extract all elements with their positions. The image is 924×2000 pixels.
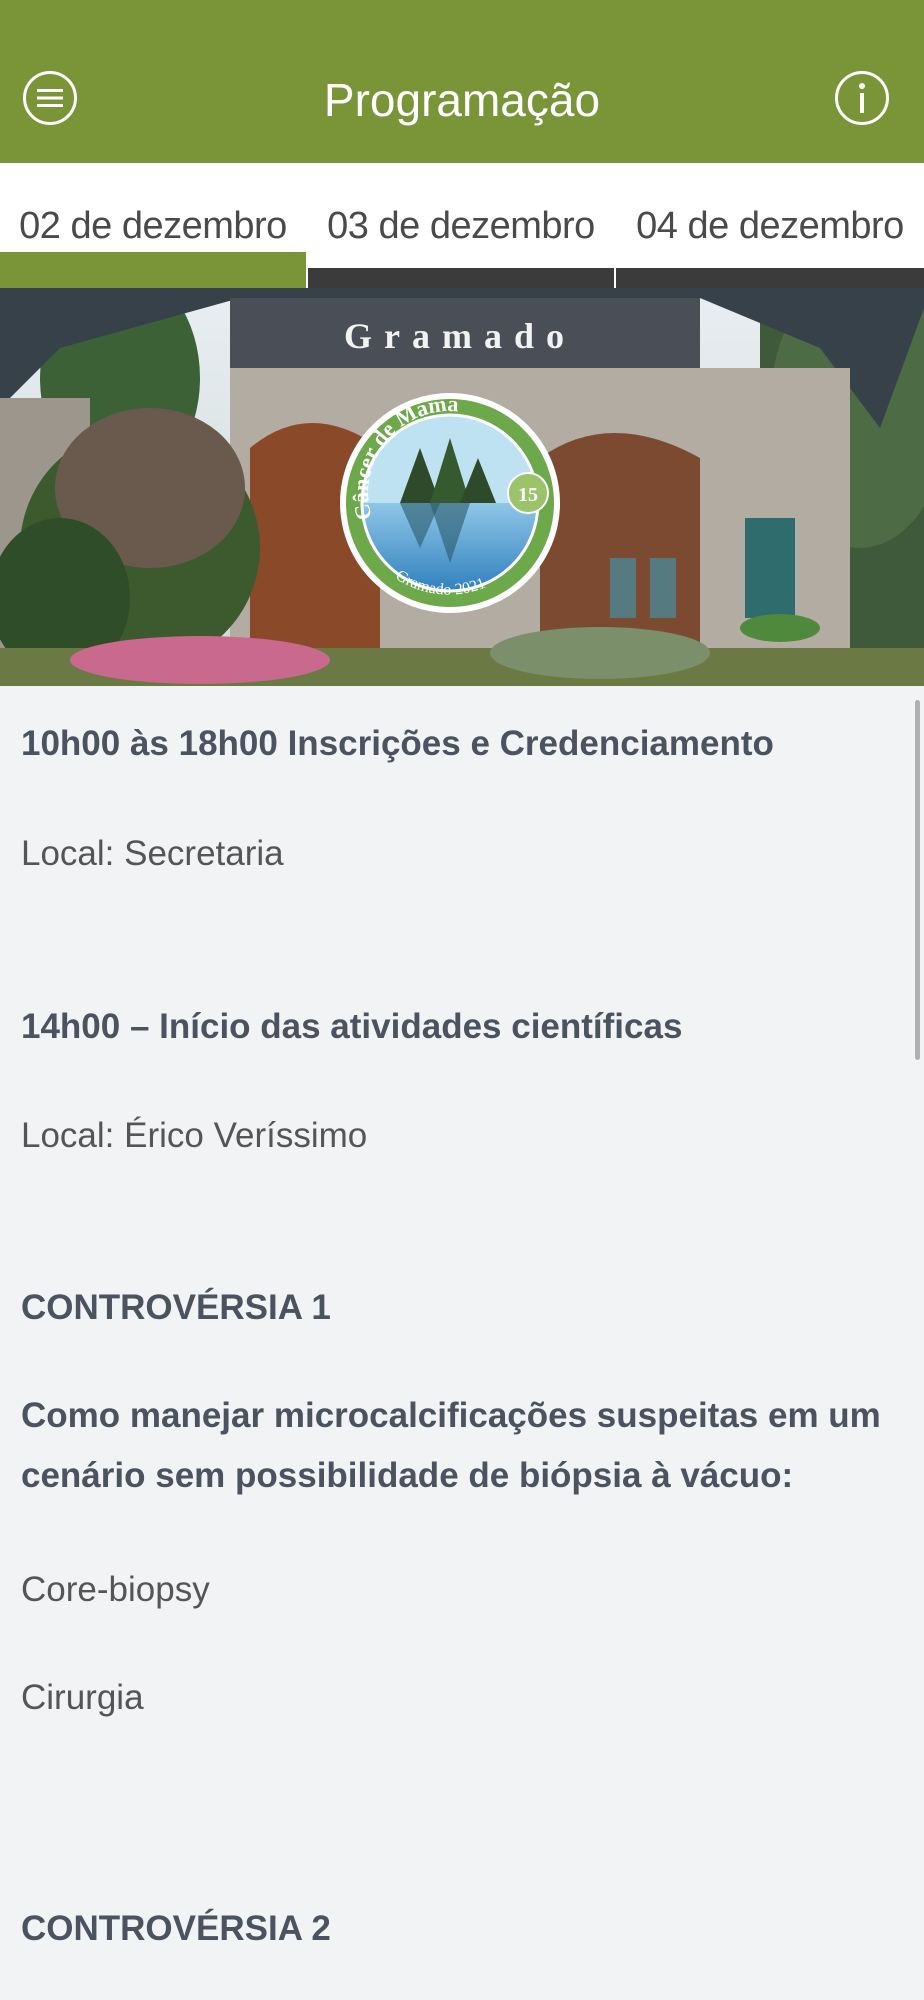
answer-option: Core-biopsy bbox=[21, 1570, 210, 1609]
section-heading: CONTROVÉRSIA 2 bbox=[21, 1909, 331, 1948]
event-banner-image: Gramado 15 Câncer de Mama Gramado 2021 bbox=[0, 288, 924, 686]
gate-sign-text: Gramado bbox=[344, 316, 576, 356]
schedule-item-title: 10h00 às 18h00 Inscrições e Credenciamen… bbox=[21, 724, 774, 763]
info-button[interactable] bbox=[835, 71, 889, 125]
tab-label: 02 de dezembro bbox=[19, 205, 287, 247]
info-icon bbox=[856, 82, 868, 114]
tab-indicator bbox=[308, 268, 614, 288]
schedule-list: 10h00 às 18h00 Inscrições e Credenciamen… bbox=[0, 686, 924, 2000]
schedule-item-location: Local: Érico Veríssimo bbox=[21, 1116, 368, 1155]
tab-indicator bbox=[0, 252, 306, 288]
logo-badge-number: 15 bbox=[518, 484, 538, 506]
tab-02-dezembro[interactable]: 02 de dezembro bbox=[0, 163, 306, 288]
schedule-item-title: 14h00 – Início das atividades científica… bbox=[21, 1007, 683, 1046]
section-heading: CONTROVÉRSIA 1 bbox=[21, 1288, 331, 1327]
answer-option: Cirurgia bbox=[21, 1678, 144, 1717]
tab-label: 04 de dezembro bbox=[636, 205, 904, 247]
scrollbar[interactable] bbox=[915, 700, 920, 1060]
page-title: Programação bbox=[323, 74, 601, 126]
controversy-question: Como manejar microcalcificações suspeita… bbox=[21, 1396, 881, 1495]
schedule-item-location: Local: Secretaria bbox=[21, 834, 284, 873]
date-tabs: 02 de dezembro 03 de dezembro 04 de deze… bbox=[0, 163, 924, 288]
tab-label: 03 de dezembro bbox=[327, 205, 595, 247]
tab-04-dezembro[interactable]: 04 de dezembro bbox=[616, 163, 924, 288]
tab-indicator bbox=[616, 268, 924, 288]
tab-03-dezembro[interactable]: 03 de dezembro bbox=[308, 163, 614, 288]
app-header: Programação bbox=[0, 0, 924, 163]
